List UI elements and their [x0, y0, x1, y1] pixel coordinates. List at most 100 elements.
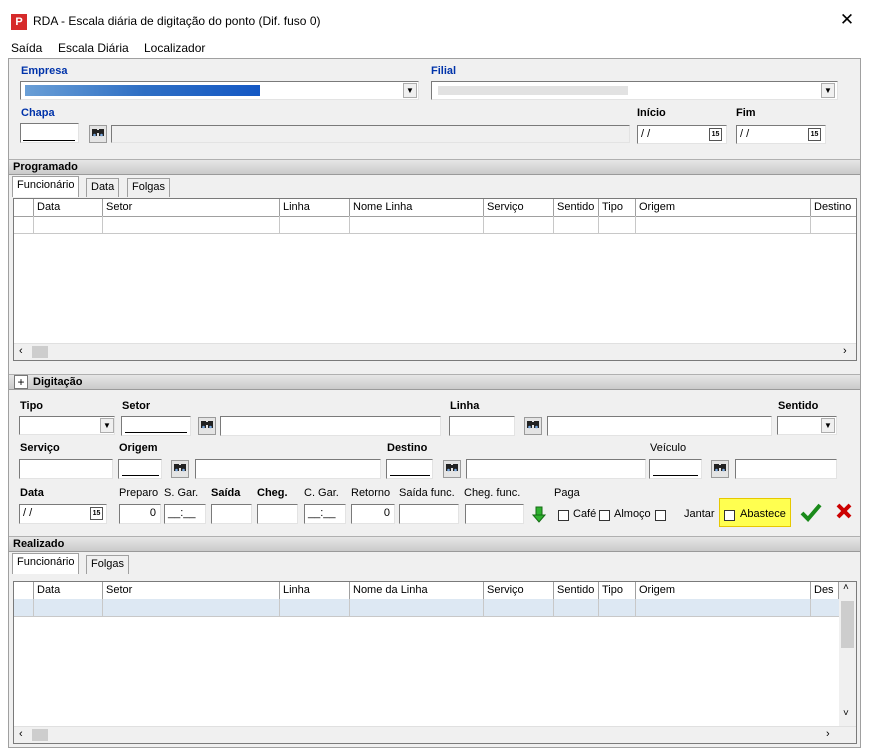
col-nome-linha[interactable]: Nome Linha	[350, 199, 484, 216]
cancel-x-button[interactable]	[833, 502, 855, 524]
table-row[interactable]	[14, 599, 839, 617]
saida-input[interactable]	[211, 504, 252, 524]
menu-localizador[interactable]: Localizador	[144, 41, 205, 55]
window-title: RDA - Escala diária de digitação do pont…	[33, 14, 321, 28]
origem-search-binoculars-icon[interactable]	[171, 460, 189, 478]
tab-programado-funcionario[interactable]: Funcionário	[12, 176, 80, 197]
scroll-thumb[interactable]	[32, 729, 48, 741]
col-data[interactable]: Data	[34, 582, 103, 599]
scroll-right-icon[interactable]: ›	[826, 728, 830, 740]
menu-escala-diaria[interactable]: Escala Diária	[58, 41, 129, 55]
destino-name-field	[466, 459, 646, 479]
jantar-checkbox[interactable]	[655, 510, 666, 521]
origem-name-field	[195, 459, 381, 479]
origem-input[interactable]	[118, 459, 162, 479]
empresa-select[interactable]	[20, 81, 419, 100]
retorno-input[interactable]: 0	[351, 504, 395, 524]
cgar-input[interactable]: __:__	[304, 504, 346, 524]
realizado-horizontal-scrollbar[interactable]: ‹ ›	[14, 726, 856, 743]
col-origem[interactable]: Origem	[636, 582, 811, 599]
filial-dropdown-icon[interactable]: ▼	[821, 83, 835, 98]
expand-icon[interactable]: +	[14, 375, 28, 389]
veiculo-label: Veículo	[650, 442, 687, 454]
col-linha[interactable]: Linha	[280, 582, 350, 599]
inicio-calendar-icon[interactable]: 15	[709, 128, 722, 141]
setor-search-binoculars-icon[interactable]	[198, 417, 216, 435]
veiculo-input[interactable]	[649, 459, 702, 479]
table-row[interactable]	[14, 216, 856, 234]
scroll-left-icon[interactable]: ‹	[19, 345, 23, 357]
destino-input[interactable]	[386, 459, 433, 479]
destino-search-binoculars-icon[interactable]	[443, 460, 461, 478]
linha-name-field	[547, 416, 772, 436]
col-destino[interactable]: Destino	[811, 199, 856, 216]
col-linha[interactable]: Linha	[280, 199, 350, 216]
close-icon[interactable]: ✕	[838, 11, 856, 29]
linha-input[interactable]	[449, 416, 515, 436]
digitacao-header: Digitação	[9, 374, 860, 390]
preparo-label: Preparo	[119, 487, 159, 499]
scroll-left-icon[interactable]: ‹	[19, 728, 23, 740]
main-panel: Empresa ▼ Filial ▼ Chapa Início / / 15 F…	[8, 58, 861, 748]
programado-horizontal-scrollbar[interactable]: ‹ ›	[14, 343, 856, 360]
abastece-checkbox[interactable]	[724, 510, 735, 521]
linha-label: Linha	[450, 400, 480, 412]
green-down-arrow-icon[interactable]	[531, 505, 547, 524]
retorno-label: Retorno	[351, 487, 391, 499]
scroll-down-icon[interactable]: ˅	[843, 708, 849, 719]
tab-realizado-funcionario[interactable]: Funcionário	[12, 553, 80, 574]
col-tipo[interactable]: Tipo	[599, 582, 636, 599]
servico-input[interactable]	[19, 459, 113, 479]
filial-label: Filial	[431, 65, 457, 77]
chapa-search-binoculars-icon[interactable]	[89, 125, 107, 143]
saida-func-input[interactable]	[399, 504, 459, 524]
data-calendar-icon[interactable]: 15	[90, 507, 103, 520]
setor-name-field	[220, 416, 441, 436]
tab-programado-data[interactable]: Data	[86, 178, 120, 197]
col-servico[interactable]: Serviço	[484, 199, 554, 216]
programado-grid[interactable]: Data Setor Linha Nome Linha Serviço Sent…	[13, 198, 857, 361]
setor-input[interactable]	[121, 416, 191, 436]
col-tipo[interactable]: Tipo	[599, 199, 636, 216]
sgar-input[interactable]: __:__	[164, 504, 206, 524]
cheg-label: Cheg.	[257, 487, 288, 499]
saida-func-label: Saída func.	[399, 487, 455, 499]
tab-realizado-folgas[interactable]: Folgas	[86, 555, 130, 574]
scroll-thumb[interactable]	[841, 601, 854, 648]
paga-label: Paga	[554, 487, 580, 499]
cafe-checkbox[interactable]	[558, 510, 569, 521]
sentido-dropdown-icon[interactable]: ▼	[821, 418, 835, 433]
cheg-func-input[interactable]	[465, 504, 524, 524]
col-sentido[interactable]: Sentido	[554, 582, 599, 599]
menu-saida[interactable]: Saída	[11, 41, 42, 55]
filial-select[interactable]	[431, 81, 838, 100]
col-destino[interactable]: Des	[811, 582, 839, 599]
fim-calendar-icon[interactable]: 15	[808, 128, 821, 141]
col-data[interactable]: Data	[34, 199, 103, 216]
tab-programado-folgas[interactable]: Folgas	[127, 178, 171, 197]
col-origem[interactable]: Origem	[636, 199, 811, 216]
realizado-grid[interactable]: Data Setor Linha Nome da Linha Serviço S…	[13, 581, 857, 744]
empresa-dropdown-icon[interactable]: ▼	[403, 83, 417, 98]
col-setor[interactable]: Setor	[103, 582, 280, 599]
almoco-checkbox[interactable]	[599, 510, 610, 521]
veiculo-search-binoculars-icon[interactable]	[711, 460, 729, 478]
confirm-check-button[interactable]	[800, 502, 822, 524]
col-nome-da-linha[interactable]: Nome da Linha	[350, 582, 484, 599]
scroll-right-icon[interactable]: ›	[843, 345, 847, 357]
cheg-input[interactable]	[257, 504, 298, 524]
linha-search-binoculars-icon[interactable]	[524, 417, 542, 435]
tipo-dropdown-icon[interactable]: ▼	[100, 418, 114, 433]
veiculo-name-field	[735, 459, 837, 479]
scroll-thumb[interactable]	[32, 346, 48, 358]
title-bar: P RDA - Escala diária de digitação do po…	[0, 0, 869, 38]
cgar-label: C. Gar.	[304, 487, 339, 499]
realizado-vertical-scrollbar[interactable]: ˄ ˅	[839, 582, 856, 726]
preparo-input[interactable]: 0	[119, 504, 161, 524]
scroll-up-icon[interactable]: ˄	[843, 582, 849, 593]
col-setor[interactable]: Setor	[103, 199, 280, 216]
col-sentido[interactable]: Sentido	[554, 199, 599, 216]
abastece-label: Abastece	[740, 508, 786, 520]
col-servico[interactable]: Serviço	[484, 582, 554, 599]
tipo-label: Tipo	[20, 400, 44, 412]
